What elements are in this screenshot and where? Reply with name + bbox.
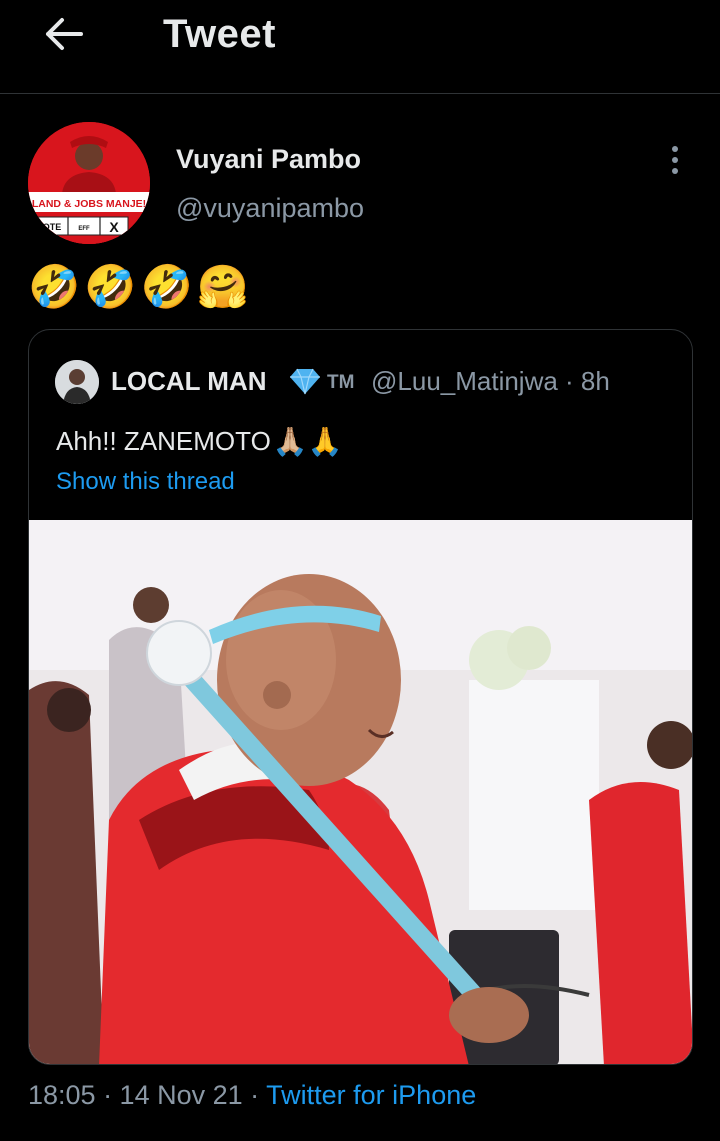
tweet-text: 🤣 🤣 🤣 🤗 (28, 262, 249, 312)
page-title: Tweet (163, 12, 276, 56)
more-dot-icon (672, 146, 678, 152)
rolling-laughing-emoji: 🤣 (84, 263, 137, 310)
rolling-laughing-emoji: 🤣 (140, 263, 193, 310)
avatar-ballot-vote: OTE (43, 222, 62, 232)
hugging-face-emoji: 🤗 (196, 263, 250, 310)
author-avatar[interactable]: LAND & JOBS MANJE! OTE EFF X (28, 122, 150, 244)
quoted-avatar-image (55, 360, 99, 404)
avatar-image: LAND & JOBS MANJE! OTE EFF X (28, 122, 150, 244)
photo (29, 520, 692, 1064)
back-button[interactable] (40, 10, 88, 58)
avatar-ballot-mark: X (109, 219, 119, 235)
quoted-tweet-card[interactable]: LOCAL MAN TM @Luu_Matinjwa · 8h Ahh!! ZA… (28, 329, 693, 1065)
quoted-author-name[interactable]: LOCAL MAN (111, 366, 267, 397)
quoted-tweet-text: Ahh!! ZANEMOTO 🙏🏼🙏 (56, 425, 343, 458)
gem-icon (290, 368, 320, 395)
quoted-author-avatar[interactable] (55, 360, 99, 404)
avatar-caption: LAND & JOBS MANJE! (32, 198, 146, 210)
arrow-left-icon (46, 18, 83, 50)
trademark-label: TM (327, 372, 355, 393)
author-handle[interactable]: @vuyanipambo (176, 193, 364, 224)
rolling-laughing-emoji: 🤣 (28, 263, 81, 310)
show-thread-link[interactable]: Show this thread (56, 468, 235, 496)
tweet-source-link[interactable]: Twitter for iPhone (266, 1080, 476, 1110)
more-options-button[interactable] (660, 140, 690, 180)
quoted-text: Ahh!! ZANEMOTO (56, 426, 271, 456)
author-name[interactable]: Vuyani Pambo (176, 144, 361, 175)
quoted-media-image[interactable] (29, 520, 692, 1064)
tweet-timestamp: 18:05 · 14 Nov 21 · Twitter for iPhone (28, 1080, 476, 1111)
folded-hands-emoji: 🙏🏼🙏 (272, 426, 343, 457)
quoted-handle-time[interactable]: @Luu_Matinjwa · 8h (371, 366, 610, 397)
avatar-ballot-party: EFF (78, 226, 90, 232)
top-bar: Tweet (0, 0, 720, 94)
tweet-time-date: 18:05 · 14 Nov 21 · (28, 1080, 267, 1110)
more-dot-icon (672, 157, 678, 163)
more-dot-icon (672, 168, 678, 174)
